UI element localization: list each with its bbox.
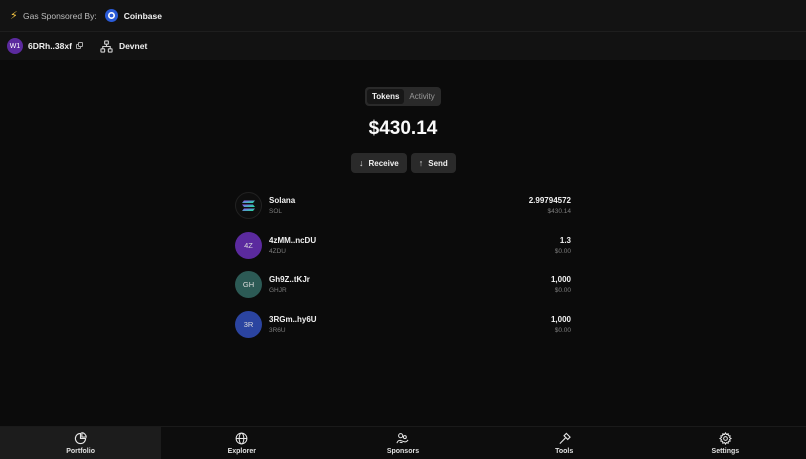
token-name: Gh9Z..tKJr (269, 275, 310, 285)
token-avatar: 4Z (235, 231, 262, 259)
gas-sponsor-bar: ⚡ Gas Sponsored By: Coinbase (0, 0, 806, 32)
token-info: 4zMM..ncDU 4ZDU (269, 236, 316, 255)
token-info: Solana SOL (269, 196, 295, 215)
nav-explorer[interactable]: Explorer (161, 427, 322, 459)
send-label: Send (428, 158, 448, 168)
token-name: Solana (269, 196, 296, 206)
nav-label: Tools (555, 448, 574, 455)
nav-label: Sponsors (386, 448, 420, 455)
receive-button[interactable]: ↓ Receive (351, 153, 407, 173)
token-info: 3RGm..hy6U 3R6U (269, 315, 317, 334)
action-buttons: ↓ Receive ↑ Send (351, 153, 456, 173)
token-amount: 1,000 (550, 275, 571, 285)
gas-sponsored-label: Gas Sponsored By: (23, 10, 97, 21)
nav-sponsors[interactable]: Sponsors (322, 427, 483, 459)
token-row[interactable]: Solana SOL 2.99794572 $430.14 (235, 186, 571, 226)
nav-label: Explorer (227, 448, 256, 455)
token-symbol: GHJR (269, 287, 287, 295)
token-usd-value: $430.14 (547, 208, 572, 216)
total-balance: $430.14 (368, 118, 438, 139)
network-icon (100, 39, 113, 53)
wallet-address[interactable]: 6DRh..38xf (28, 41, 72, 51)
portfolio-main: Tokens Activity $430.14 ↓ Receive ↑ Send (0, 60, 806, 426)
tabs: Tokens Activity (365, 87, 441, 106)
token-values: 1,000 $0.00 (551, 315, 571, 334)
network-name[interactable]: Devnet (119, 41, 147, 51)
token-row[interactable]: 3R 3RGm..hy6U 3R6U 1,000 $0.00 (235, 305, 571, 345)
hammer-icon (559, 432, 571, 445)
token-amount: 1.3 (559, 235, 571, 245)
copy-icon[interactable] (75, 42, 84, 50)
token-avatar: GH (235, 271, 262, 299)
gear-icon (718, 432, 732, 445)
nav-settings[interactable]: Settings (645, 427, 806, 459)
token-row[interactable]: 4Z 4zMM..ncDU 4ZDU 1.3 $0.00 (235, 226, 571, 266)
nav-label: Settings (711, 448, 740, 455)
tab-activity[interactable]: Activity (404, 89, 439, 104)
arrow-up-icon: ↑ (418, 158, 424, 168)
pie-chart-icon (74, 432, 87, 445)
token-usd-value: $0.00 (554, 247, 571, 255)
nav-label: Portfolio (66, 448, 95, 455)
token-symbol: SOL (269, 208, 283, 216)
solana-logo-icon (235, 192, 262, 220)
receive-label: Receive (368, 158, 399, 168)
token-usd-value: $0.00 (554, 287, 571, 295)
token-usd-value: $0.00 (554, 326, 571, 334)
token-symbol: 4ZDU (269, 247, 286, 255)
globe-icon (235, 432, 248, 445)
coinbase-logo-icon (104, 9, 118, 22)
wallet-bar: W1 6DRh..38xf Devnet (0, 32, 806, 60)
token-symbol: 3R6U (269, 326, 286, 334)
sponsors-icon (396, 433, 409, 444)
token-list: Solana SOL 2.99794572 $430.14 4Z 4zMM..n… (235, 186, 571, 344)
token-values: 1.3 $0.00 (555, 236, 571, 255)
token-row[interactable]: GH Gh9Z..tKJr GHJR 1,000 $0.00 (235, 265, 571, 305)
token-values: 1,000 $0.00 (551, 275, 571, 294)
tab-tokens[interactable]: Tokens (367, 89, 405, 104)
token-avatar: 3R (235, 310, 262, 338)
token-amount: 1,000 (550, 314, 571, 324)
nav-portfolio[interactable]: Portfolio (0, 427, 162, 459)
token-info: Gh9Z..tKJr GHJR (269, 275, 310, 294)
bottom-nav: Portfolio Explorer Sponsors Tools Settin… (0, 426, 806, 459)
token-name: 3RGm..hy6U (269, 314, 317, 324)
sponsor-name: Coinbase (123, 10, 162, 21)
wallet-avatar[interactable]: W1 (7, 38, 23, 54)
arrow-down-icon: ↓ (359, 158, 364, 168)
send-button[interactable]: ↑ Send (410, 153, 456, 173)
lightning-icon: ⚡ (10, 10, 18, 22)
token-name: 4zMM..ncDU (269, 235, 317, 245)
nav-tools[interactable]: Tools (484, 427, 645, 459)
token-amount: 2.99794572 (528, 196, 571, 206)
token-values: 2.99794572 $430.14 (529, 196, 571, 215)
